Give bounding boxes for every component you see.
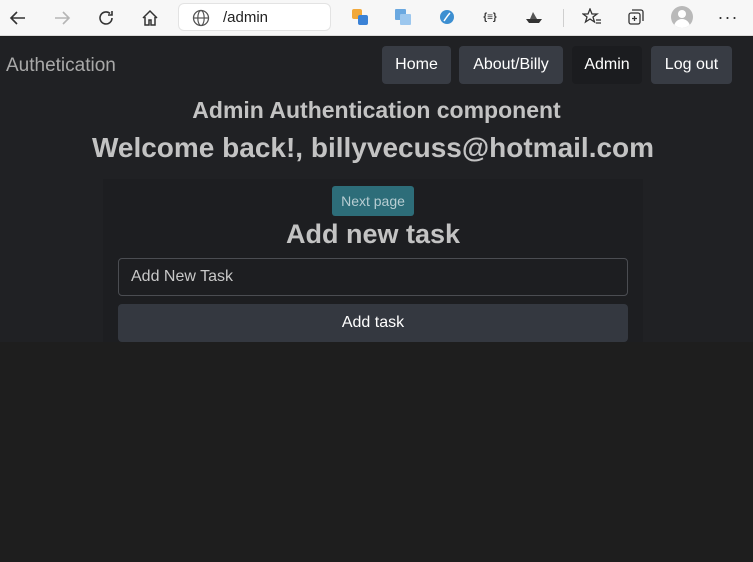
avatar-head — [678, 10, 686, 18]
globe-icon — [192, 9, 210, 27]
url-text[interactable]: /admin — [223, 9, 268, 26]
nav-logout-button[interactable]: Log out — [651, 46, 732, 84]
add-task-button[interactable]: Add task — [118, 304, 628, 342]
app-navbar: Authetication Home About/Billy Admin Log… — [0, 37, 753, 94]
translate-icon[interactable] — [350, 7, 370, 27]
next-page-button[interactable]: Next page — [332, 186, 414, 216]
nav-home-button[interactable]: Home — [382, 46, 451, 84]
translator-icon[interactable] — [393, 7, 413, 27]
reload-icon[interactable] — [93, 5, 119, 31]
brand-name[interactable]: Authetication — [6, 55, 116, 77]
ship-icon[interactable] — [524, 7, 544, 27]
welcome-message: Welcome back!, billyvecuss@hotmail.com — [91, 132, 655, 163]
extension-icon[interactable] — [437, 7, 457, 27]
collections-icon[interactable] — [626, 7, 646, 27]
back-arrow-icon[interactable] — [5, 5, 31, 31]
admin-section: Admin Authentication component Welcome b… — [0, 94, 753, 342]
more-icon[interactable]: ··· — [716, 6, 740, 28]
task-card: Next page Add new task Add task — [103, 179, 643, 342]
profile-icon[interactable] — [671, 6, 693, 28]
address-bar[interactable]: /admin — [178, 3, 331, 31]
json-icon[interactable]: {≡} — [480, 7, 500, 27]
task-heading: Add new task — [285, 219, 461, 249]
page-title: Admin Authentication component — [192, 97, 561, 123]
favorites-icon[interactable] — [582, 7, 602, 27]
toolbar-divider — [563, 9, 564, 27]
avatar-body — [674, 19, 690, 28]
home-icon[interactable] — [137, 5, 163, 31]
new-task-input[interactable] — [118, 258, 628, 296]
forward-arrow-icon[interactable] — [49, 5, 75, 31]
browser-toolbar: /admin {≡} ··· — [0, 0, 753, 36]
nav-about-button[interactable]: About/Billy — [459, 46, 563, 84]
nav-admin-button[interactable]: Admin — [572, 46, 642, 84]
